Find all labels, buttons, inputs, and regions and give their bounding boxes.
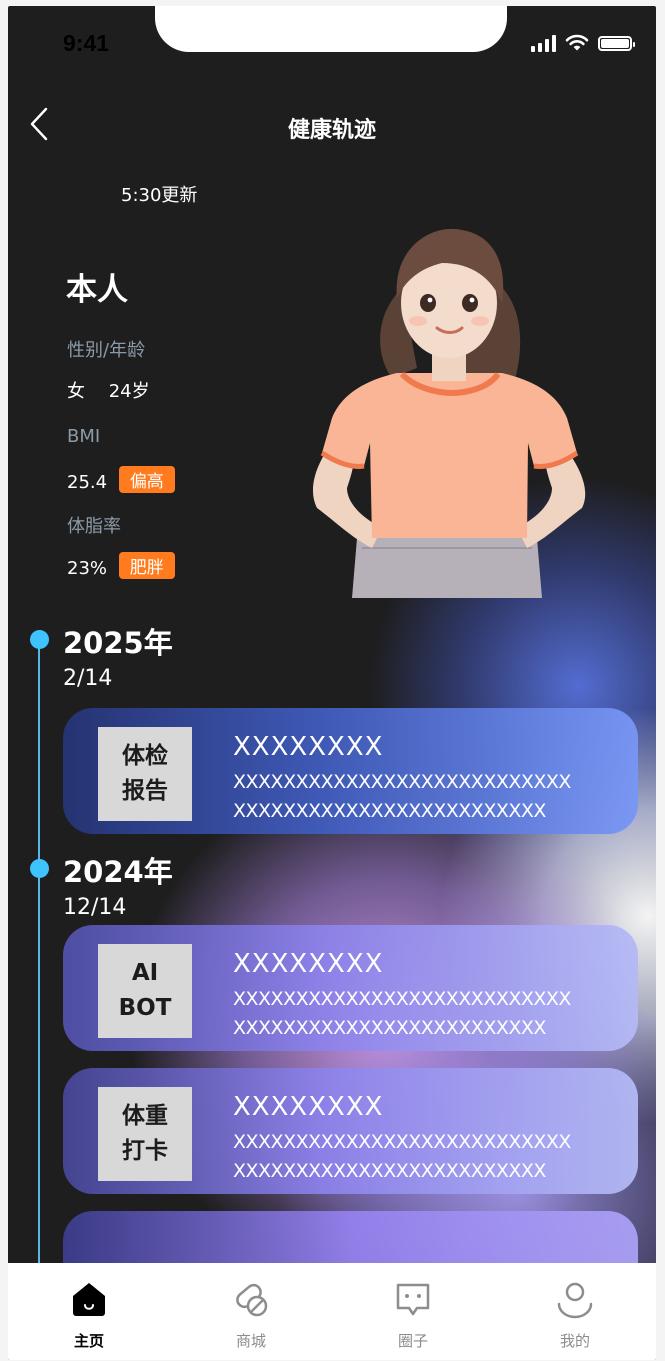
timeline-date: 12/14: [63, 895, 127, 920]
tab-label: 我的: [559, 1332, 590, 1350]
timeline-year: 2024年: [63, 855, 173, 889]
bmi-status-badge: 偏高: [118, 466, 175, 493]
wifi-icon: [565, 34, 589, 51]
battery-icon: [598, 35, 635, 51]
tab-profile[interactable]: 我的: [494, 1263, 656, 1360]
bodyfat-status-badge: 肥胖: [118, 552, 175, 579]
tab-community[interactable]: 圈子: [332, 1263, 494, 1360]
bottom-tab-bar: 主页 商城 圈子 我的: [8, 1263, 656, 1360]
gender-age-value: 女 24岁: [67, 377, 150, 403]
tab-label: 商城: [235, 1332, 266, 1350]
profile-name: 本人: [66, 272, 128, 308]
weight-checkin-icon: 体重 打卡: [98, 1087, 192, 1181]
notch: [155, 6, 507, 52]
card-description: XXXXXXXXXXXXXXXXXXXXXXXXXXX XXXXXXXXXXXX…: [233, 1128, 603, 1186]
user-icon: [557, 1282, 593, 1319]
record-card-ai-bot[interactable]: AI BOT XXXXXXXX XXXXXXXXXXXXXXXXXXXXXXXX…: [63, 925, 638, 1051]
checkup-report-icon: 体检 报告: [98, 727, 192, 821]
record-card-weight-checkin[interactable]: 体重 打卡 XXXXXXXX XXXXXXXXXXXXXXXXXXXXXXXXX…: [63, 1068, 638, 1194]
timeline-dot: [30, 859, 49, 878]
timeline-date: 2/14: [63, 666, 113, 691]
timeline-year: 2025年: [63, 626, 173, 660]
timeline-line: [38, 638, 40, 1360]
card-title: XXXXXXXX: [233, 732, 384, 762]
timeline-dot: [30, 630, 49, 649]
chat-icon: [396, 1283, 430, 1316]
ai-bot-icon: AI BOT: [98, 944, 192, 1038]
status-time: 9:41: [63, 30, 110, 56]
gender-value: 女: [67, 381, 85, 402]
tab-label: 主页: [73, 1332, 104, 1350]
bodyfat-value: 23%: [67, 558, 108, 579]
page-title: 健康轨迹: [287, 118, 376, 143]
avatar-illustration: [312, 228, 586, 598]
card-description: XXXXXXXXXXXXXXXXXXXXXXXXXXX XXXXXXXXXXXX…: [233, 768, 603, 826]
card-title: XXXXXXXX: [233, 949, 384, 979]
card-description: XXXXXXXXXXXXXXXXXXXXXXXXXXX XXXXXXXXXXXX…: [233, 985, 603, 1043]
status-icons: [531, 34, 635, 52]
bodyfat-label: 体脂率: [67, 516, 121, 537]
card-title: XXXXXXXX: [233, 1092, 384, 1122]
card-description-line: XXXXXXXXXXXXXXXXXXXXXXXXX: [233, 800, 546, 822]
card-description-line: XXXXXXXXXXXXXXXXXXXXXXXXX: [233, 1017, 546, 1039]
home-icon: [73, 1283, 105, 1316]
card-description-line: XXXXXXXXXXXXXXXXXXXXXXXXXXX: [233, 988, 571, 1010]
bmi-label: BMI: [67, 426, 101, 447]
bmi-row: 25.4 偏高: [67, 466, 175, 493]
tab-mall[interactable]: 商城: [170, 1263, 332, 1360]
tab-home[interactable]: 主页: [8, 1263, 170, 1360]
pill-icon: [236, 1283, 268, 1317]
card-description-line: XXXXXXXXXXXXXXXXXXXXXXXXX: [233, 1160, 546, 1182]
gender-age-label: 性别/年龄: [67, 340, 146, 361]
bmi-value: 25.4: [67, 472, 108, 493]
age-value: 24岁: [108, 381, 150, 402]
card-description-line: XXXXXXXXXXXXXXXXXXXXXXXXXXX: [233, 1131, 571, 1153]
bodyfat-row: 23% 肥胖: [67, 552, 175, 579]
signal-icon: [531, 34, 556, 52]
tab-label: 圈子: [397, 1332, 428, 1350]
update-time: 5:30更新: [121, 185, 198, 206]
card-description-line: XXXXXXXXXXXXXXXXXXXXXXXXXXX: [233, 771, 571, 793]
record-card-checkup-report[interactable]: 体检 报告 XXXXXXXX XXXXXXXXXXXXXXXXXXXXXXXXX…: [63, 708, 638, 834]
screen: 9:41 健康轨迹 5:30更新 本人 性别/年龄 女 24岁 BMI 25.4…: [8, 6, 656, 1360]
